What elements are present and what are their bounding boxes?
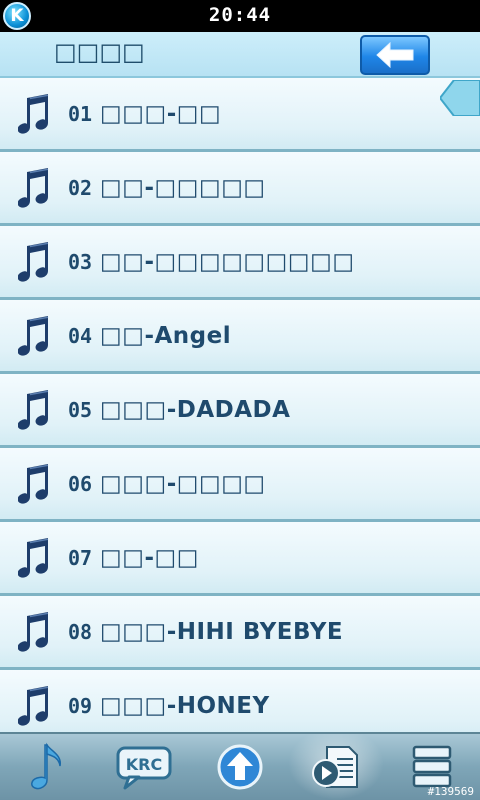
song-number: 01 (68, 101, 93, 126)
watermark: #139569 (427, 785, 474, 798)
song-number: 04 (68, 323, 93, 348)
music-note-icon (18, 241, 49, 282)
song-row[interactable]: 05 □□□-DADADA (0, 374, 480, 448)
lyrics-bubble-icon: KRC (116, 746, 172, 790)
song-number: 02 (68, 175, 93, 200)
song-title: □□□-HONEY (100, 692, 270, 719)
header: □□□□ (0, 32, 480, 78)
status-bar: K 20:44 (0, 0, 480, 32)
music-note-icon (18, 167, 49, 208)
stack-list-icon (412, 745, 452, 788)
scroll-handle-icon[interactable] (440, 80, 480, 116)
playlist-play-icon (312, 746, 358, 788)
song-row[interactable]: 02 □□-□□□□□ (0, 152, 480, 226)
song-title: □□□-□□□□ (100, 470, 266, 497)
song-number: 08 (68, 619, 93, 644)
music-tab-button[interactable] (0, 734, 96, 800)
music-note-icon (18, 537, 49, 578)
up-folder-button[interactable] (192, 734, 288, 800)
song-row[interactable]: 09 □□□-HONEY (0, 670, 480, 732)
song-number: 03 (68, 249, 93, 274)
back-arrow-icon (376, 42, 414, 68)
music-note-icon (18, 315, 49, 356)
song-number: 06 (68, 471, 93, 496)
song-row[interactable]: 08 □□□-HIHI BYEBYE (0, 596, 480, 670)
music-note-icon (18, 463, 49, 504)
clock: 20:44 (208, 4, 272, 26)
back-button[interactable] (360, 35, 430, 75)
song-number: 09 (68, 693, 93, 718)
song-title: □□-□□□□□ (100, 174, 266, 201)
song-title: □□□-□□ (100, 100, 222, 127)
playlist-button[interactable] (288, 734, 384, 800)
song-title: □□□-HIHI BYEBYE (100, 618, 344, 645)
krc-label: KRC (126, 755, 162, 774)
song-title: □□-□□□□□□□□□ (100, 248, 355, 275)
music-note-icon (18, 611, 49, 652)
song-row[interactable]: 04 □□-Angel (0, 300, 480, 374)
song-list[interactable]: 01 □□□-□□ 02 □□-□□□□□ 03 □□-□□□□□□□□□ 04… (0, 78, 480, 732)
song-row[interactable]: 06 □□□-□□□□ (0, 448, 480, 522)
bottom-toolbar: KRC #139569 (0, 732, 480, 800)
song-number: 05 (68, 397, 93, 422)
music-note-icon (18, 685, 49, 726)
song-row[interactable]: 01 □□□-□□ (0, 78, 480, 152)
music-note-icon (18, 93, 49, 134)
arrow-up-circle-icon (217, 744, 263, 790)
song-title: □□□-DADADA (100, 396, 291, 423)
song-row[interactable]: 03 □□-□□□□□□□□□ (0, 226, 480, 300)
song-title: □□-Angel (100, 322, 232, 349)
music-note-icon (31, 742, 61, 790)
song-title: □□-□□ (100, 544, 199, 571)
music-note-icon (18, 389, 49, 430)
song-number: 07 (68, 545, 93, 570)
lyrics-krc-button[interactable]: KRC (96, 734, 192, 800)
song-row[interactable]: 07 □□-□□ (0, 522, 480, 596)
page-title: □□□□ (54, 38, 145, 66)
